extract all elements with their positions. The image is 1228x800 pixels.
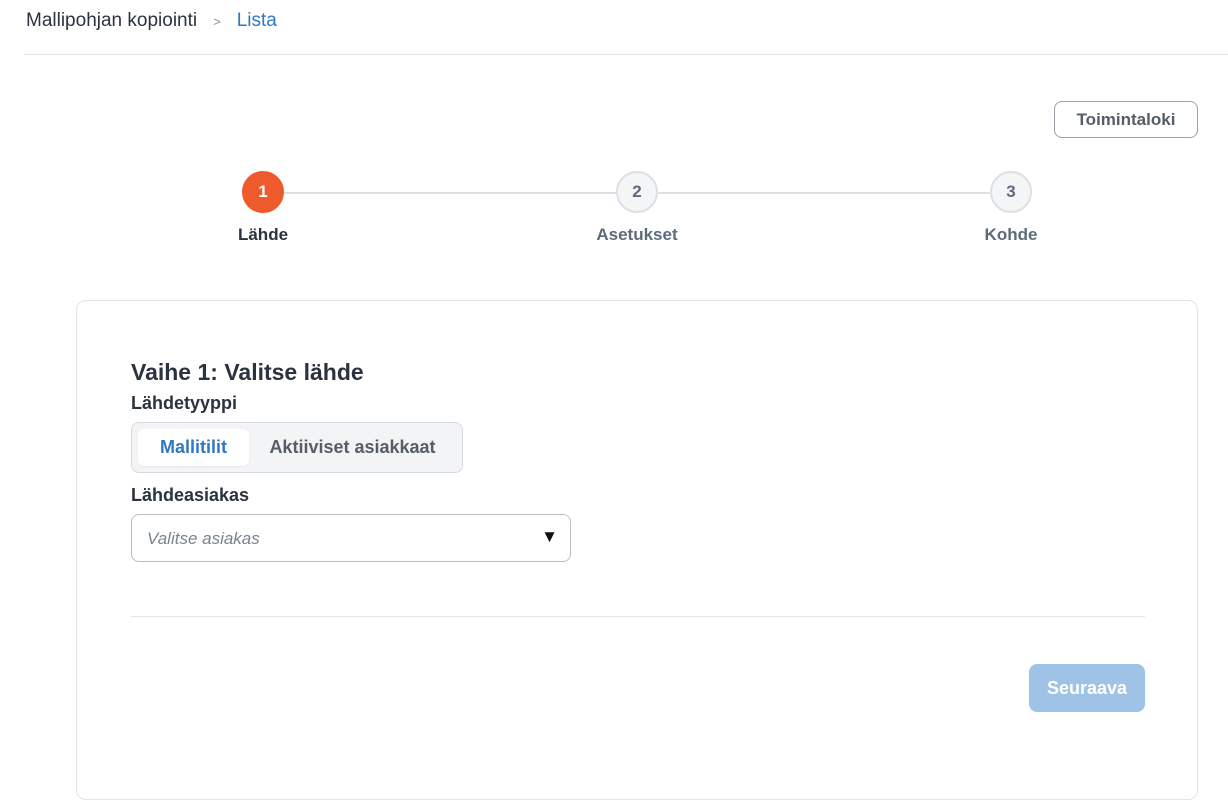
source-client-placeholder: Valitse asiakas	[147, 529, 260, 548]
caret-down-icon: ▼	[541, 527, 558, 546]
source-type-option-templates[interactable]: Mallitilit	[138, 429, 249, 466]
source-type-label: Lähdetyyppi	[131, 393, 238, 413]
step-connector	[284, 192, 616, 194]
form-divider	[131, 616, 1145, 617]
source-client-label: Lähdeasiakas	[131, 485, 250, 505]
source-selection-card: Vaihe 1: Valitse lähde Lähdetyyppi Malli…	[76, 300, 1198, 800]
stepper: 1 Lähde 2 Asetukset 3 Kohde	[0, 0, 1228, 260]
step-1-indicator: 1	[242, 171, 284, 213]
step-3-label: Kohde	[984, 225, 1038, 244]
step-connector	[658, 192, 990, 194]
source-type-option-active-clients[interactable]: Aktiiviset asiakkaat	[249, 429, 456, 466]
source-type-toggle: Mallitilit Aktiiviset asiakkaat	[131, 422, 463, 473]
source-client-select[interactable]: Valitse asiakas ▼	[131, 514, 571, 562]
step-2-indicator: 2	[616, 171, 658, 213]
step-2-label: Asetukset	[596, 225, 678, 244]
step-title: Vaihe 1: Valitse lähde	[131, 359, 364, 385]
next-button[interactable]: Seuraava	[1029, 664, 1145, 712]
step-3-indicator: 3	[990, 171, 1032, 213]
step-1-label: Lähde	[237, 225, 289, 244]
